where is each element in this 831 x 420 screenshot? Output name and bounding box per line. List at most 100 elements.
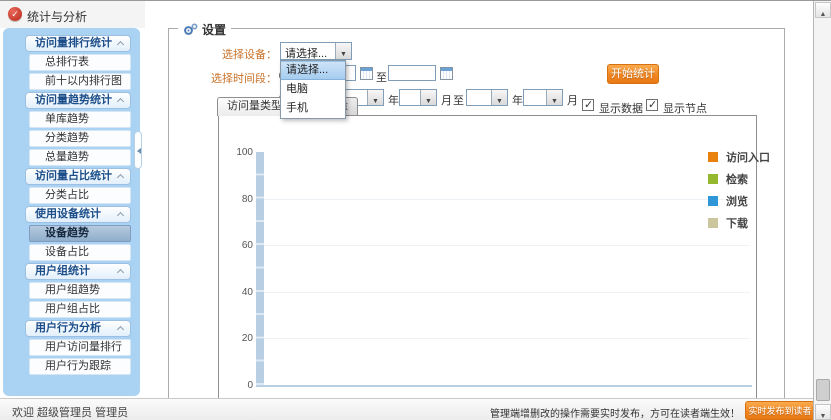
sidebar-group-label: 访问量排行统计 [35, 37, 112, 49]
arrow-left-icon [137, 148, 141, 154]
chevron-down-icon: ▼ [551, 98, 558, 105]
select-dropdown-button[interactable]: ▼ [420, 90, 436, 105]
time-range-label: 选择时间段： [187, 70, 277, 86]
sidebar-collapse-handle[interactable] [134, 131, 142, 169]
start-statistics-button[interactable]: 开始统计 [607, 64, 659, 84]
vertical-scrollbar[interactable]: ▲ ▼ [813, 1, 831, 420]
month-label: 月 [567, 92, 578, 108]
sidebar-group-label: 使用设备统计 [35, 208, 101, 220]
select-dropdown-button[interactable]: ▼ [491, 90, 507, 105]
month-from-select[interactable]: ▼ [399, 89, 437, 106]
y-axis-tick-label: 100 [221, 147, 253, 158]
sidebar-item[interactable]: 设备占比 [29, 244, 131, 261]
y-axis-tick-label: 60 [221, 240, 253, 251]
legend-label: 下载 [726, 215, 748, 231]
y-axis-tick-label: 0 [221, 380, 253, 391]
date-to-input[interactable] [388, 65, 436, 81]
legend-swatch [708, 152, 718, 162]
sidebar-group-header[interactable]: 用户行为分析 [25, 320, 131, 337]
sidebar-item[interactable]: 分类占比 [29, 187, 131, 204]
sidebar-item[interactable]: 用户行为跟踪 [29, 358, 131, 375]
app-window: ✓ 统计与分析 访问量排行统计总排行表前十以内排行图访问量趋势统计单库趋势分类趋… [0, 0, 831, 420]
year-to-select[interactable]: ▼ [466, 89, 508, 106]
dropdown-option[interactable]: 电脑 [281, 80, 345, 99]
sidebar-item[interactable]: 总量趋势 [29, 149, 131, 166]
chevron-up-icon [117, 326, 124, 333]
scroll-up-button[interactable]: ▲ [815, 2, 831, 18]
sidebar-item[interactable]: 设备趋势 [29, 225, 131, 242]
sidebar-item[interactable]: 总排行表 [29, 54, 131, 71]
scrollbar-thumb[interactable] [816, 379, 830, 401]
sidebar-group-header[interactable]: 使用设备统计 [25, 206, 131, 223]
sidebar-item[interactable]: 用户访问量排行 [29, 339, 131, 356]
device-select-label: 选择设备： [197, 46, 277, 62]
legend-label: 访问入口 [726, 149, 770, 165]
sidebar-item[interactable]: 分类趋势 [29, 130, 131, 147]
calendar-icon[interactable] [360, 67, 373, 80]
scroll-down-button[interactable]: ▼ [815, 404, 831, 420]
gridline [264, 245, 750, 246]
device-combobox-value: 请选择... [285, 45, 327, 61]
legend-label: 检索 [726, 171, 748, 187]
publish-notice-text: 管理端增删改的操作需要实时发布，方可在读者端生效！ [490, 405, 740, 420]
device-dropdown-list: 请选择...电脑手机 [280, 60, 346, 119]
month-label: 月 [441, 92, 452, 108]
sidebar-item[interactable]: 单库趋势 [29, 111, 131, 128]
sidebar-group-label: 访问量趋势统计 [35, 94, 112, 106]
chevron-down-icon: ▼ [496, 98, 503, 105]
chevron-up-icon [117, 98, 124, 105]
show-data-label: 显示数据 [599, 100, 643, 116]
arrow-down-icon: ▼ [820, 413, 827, 420]
y-axis-tick-label: 20 [221, 333, 253, 344]
sidebar-group-header[interactable]: 访问量占比统计 [25, 168, 131, 185]
legend-item: 浏览 [708, 193, 748, 209]
settings-legend: 设置 [178, 21, 231, 38]
to-label: 至 [376, 69, 387, 85]
settings-gear-icon [183, 23, 198, 36]
sidebar-menu: 访问量排行统计总排行表前十以内排行图访问量趋势统计单库趋势分类趋势总量趋势访问量… [25, 35, 131, 377]
device-combobox[interactable]: 请选择... ▼ [280, 42, 352, 60]
year-label: 年 [512, 92, 523, 108]
publish-button[interactable]: 实时发布到读者端 [745, 401, 815, 420]
sidebar-group-header[interactable]: 访问量趋势统计 [25, 92, 131, 109]
show-data-checkbox[interactable] [582, 99, 594, 111]
select-dropdown-button[interactable]: ▼ [546, 90, 562, 105]
device-combobox-dropdown-button[interactable]: ▼ [335, 43, 351, 59]
y-axis-tick-label: 40 [221, 287, 253, 298]
legend-swatch [708, 174, 718, 184]
y-axis-tick-label: 80 [221, 194, 253, 205]
select-dropdown-button[interactable]: ▼ [367, 90, 383, 105]
chevron-up-icon [117, 269, 124, 276]
show-nodes-checkbox[interactable] [646, 99, 658, 111]
to-label: 至 [453, 92, 464, 108]
calendar-icon[interactable] [440, 67, 453, 80]
legend-swatch [708, 218, 718, 228]
sidebar-group-label: 访问量占比统计 [35, 170, 112, 182]
chart-area: 020406080100访问入口检索浏览下载 [218, 115, 757, 405]
legend-item: 访问入口 [708, 149, 770, 165]
show-nodes-label: 显示节点 [663, 100, 707, 116]
month-to-select[interactable]: ▼ [523, 89, 563, 106]
sidebar: 访问量排行统计总排行表前十以内排行图访问量趋势统计单库趋势分类趋势总量趋势访问量… [3, 28, 140, 396]
sidebar-group-header[interactable]: 访问量排行统计 [25, 35, 131, 52]
arrow-up-icon: ▲ [820, 11, 827, 18]
gridline [264, 338, 750, 339]
check-badge-icon: ✓ [8, 7, 22, 21]
sidebar-header: ✓ 统计与分析 [0, 1, 145, 28]
sidebar-item[interactable]: 用户组趋势 [29, 282, 131, 299]
welcome-text: 欢迎 超级管理员 管理员 [12, 404, 128, 420]
gridline [264, 292, 750, 293]
legend-item: 下载 [708, 215, 748, 231]
sidebar-item[interactable]: 用户组占比 [29, 301, 131, 318]
sidebar-group-header[interactable]: 用户组统计 [25, 263, 131, 280]
chevron-down-icon: ▼ [425, 98, 432, 105]
dropdown-option[interactable]: 手机 [281, 99, 345, 118]
dropdown-option[interactable]: 请选择... [281, 61, 345, 80]
sidebar-group-label: 用户行为分析 [35, 322, 101, 334]
gridline [264, 199, 750, 200]
status-bar: 欢迎 超级管理员 管理员 管理端增删改的操作需要实时发布，方可在读者端生效！ 实… [0, 398, 813, 420]
chevron-up-icon [117, 41, 124, 48]
sidebar-item[interactable]: 前十以内排行图 [29, 73, 131, 90]
y-axis-band [256, 152, 264, 387]
legend-label: 浏览 [726, 193, 748, 209]
